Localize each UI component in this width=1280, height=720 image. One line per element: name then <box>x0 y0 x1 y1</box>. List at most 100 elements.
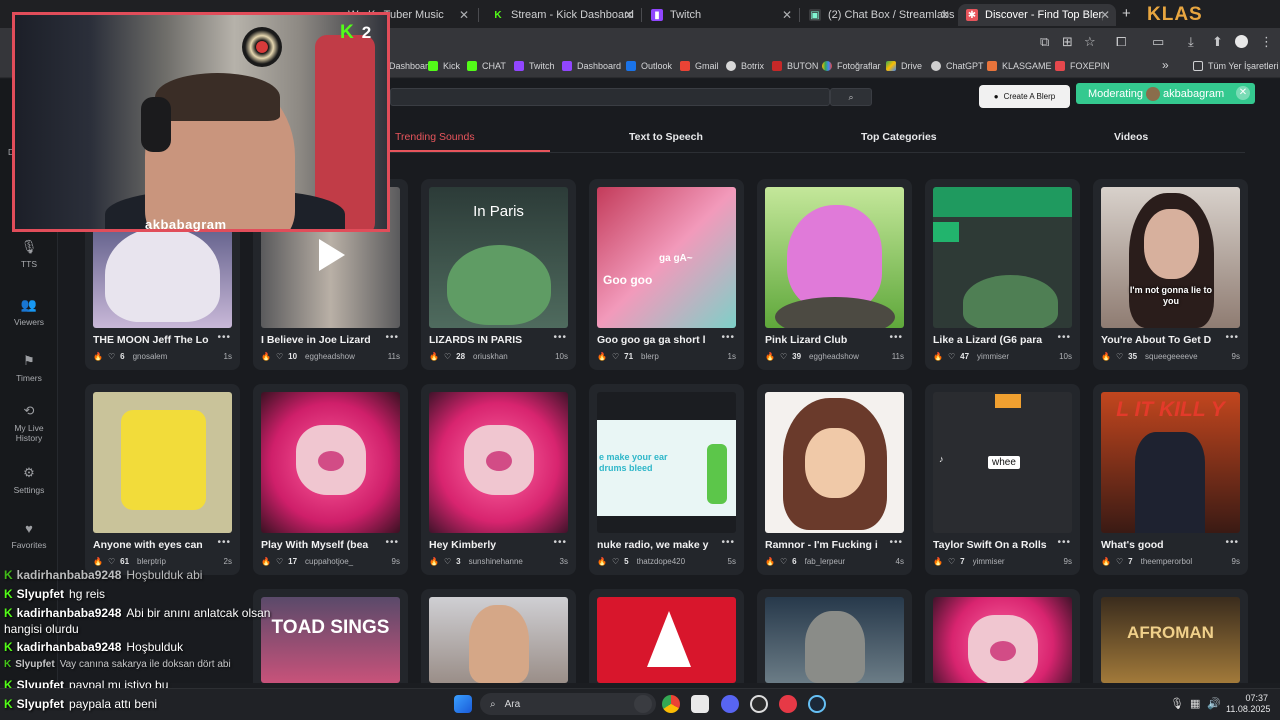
opera-icon[interactable] <box>779 695 797 713</box>
tab-text-to-speech[interactable]: Text to Speech <box>629 131 703 143</box>
bookmark-dashboard-2[interactable]: Dashboard <box>562 61 621 71</box>
sound-card[interactable]: In Paris LIZARDS IN PARIS ••• 🔥 ♡ 28 oriusk… <box>421 179 576 370</box>
bookmark-botrix[interactable]: Botrix <box>726 61 764 71</box>
download-icon[interactable]: ⤓ <box>1188 34 1194 50</box>
close-icon[interactable]: ✕ <box>459 8 469 22</box>
bookmark-kick[interactable]: Kick <box>428 61 460 71</box>
sound-card[interactable]: ga gA~ Goo goo Goo goo ga ga short l •••… <box>589 179 744 370</box>
sound-card[interactable] <box>589 589 744 683</box>
heart-icon[interactable]: ♡ <box>1116 352 1123 361</box>
more-options-icon[interactable]: ••• <box>385 537 399 548</box>
close-icon[interactable]: ✕ <box>940 8 950 22</box>
sidepanel-icon[interactable]: ▭ <box>1152 34 1164 50</box>
sound-card[interactable]: Hey Kimberly ••• 🔥 ♡ 3 sunshinehanne 3s <box>421 384 576 575</box>
bookmark-chatgpt[interactable]: ChatGPT <box>931 61 984 71</box>
account-icon[interactable] <box>1235 35 1248 48</box>
heart-icon[interactable]: ♡ <box>1116 557 1123 566</box>
taskview-icon[interactable] <box>634 695 652 713</box>
chrome-icon[interactable] <box>662 695 680 713</box>
microphone-icon[interactable]: 🎙 <box>1170 697 1184 710</box>
sound-card[interactable]: TOAD SINGS <box>253 589 408 683</box>
windows-start-icon[interactable] <box>454 695 472 713</box>
tab-trending-sounds[interactable]: Trending Sounds <box>395 131 475 143</box>
translate-icon[interactable]: ⊞ <box>1062 34 1073 50</box>
sound-card[interactable]: whee ♪ Taylor Swift On a Rolls ••• 🔥 ♡ 7 yi… <box>925 384 1080 575</box>
close-icon[interactable]: ✕ <box>624 8 634 22</box>
search-input[interactable] <box>390 88 830 106</box>
more-options-icon[interactable]: ••• <box>553 537 567 548</box>
bookmark-foxepin[interactable]: FOXEPIN <box>1055 61 1110 71</box>
sound-card[interactable]: I'm not gonna lie to you You're About To… <box>1093 179 1248 370</box>
more-options-icon[interactable]: ••• <box>889 537 903 548</box>
sound-card[interactable]: Play With Myself (bea ••• 🔥 ♡ 17 cuppahotjo… <box>253 384 408 575</box>
close-icon[interactable]: ✕ <box>1100 8 1110 22</box>
extensions-icon[interactable]: ⧠ <box>1116 34 1126 50</box>
create-blerp-button[interactable]: ● Create A Blerp <box>979 85 1070 108</box>
bookmark-dashboard[interactable]: Dashboard <box>389 61 433 71</box>
sound-card[interactable]: AFROMAN <box>1093 589 1248 683</box>
bookmark-chat[interactable]: CHAT <box>467 61 506 71</box>
bookmarks-overflow[interactable]: » <box>1162 58 1169 72</box>
bookmark-twitch[interactable]: Twitch <box>514 61 555 71</box>
obs-icon[interactable] <box>750 695 768 713</box>
volume-icon[interactable]: 🔊 <box>1207 697 1221 710</box>
discord-icon[interactable] <box>721 695 739 713</box>
sidebar-item-timers[interactable]: ⚑ Timers <box>0 353 58 383</box>
more-options-icon[interactable]: ••• <box>385 332 399 343</box>
sound-card[interactable]: e make your ear drums bleed nuke radio, … <box>589 384 744 575</box>
steam-icon[interactable] <box>808 695 826 713</box>
more-options-icon[interactable]: ••• <box>721 332 735 343</box>
bookmark-fotograflar[interactable]: Fotoğraflar <box>822 61 881 71</box>
heart-icon[interactable]: ♡ <box>948 352 955 361</box>
bookmark-gmail[interactable]: Gmail <box>680 61 719 71</box>
more-options-icon[interactable]: ••• <box>1057 537 1071 548</box>
heart-icon[interactable]: ♡ <box>444 557 451 566</box>
tab-kick-dashboard[interactable]: K Stream - Kick Dashboard ✕ <box>484 4 640 26</box>
more-options-icon[interactable]: ••• <box>217 332 231 343</box>
bookmark-buton[interactable]: BUTON <box>772 61 818 71</box>
install-icon[interactable]: ⧉ <box>1040 34 1049 50</box>
heart-icon[interactable]: ♡ <box>276 352 283 361</box>
sound-card[interactable]: Anyone with eyes can ••• 🔥 ♡ 61 blerptrip 2s <box>85 384 240 575</box>
sound-card[interactable] <box>757 589 912 683</box>
sound-card[interactable]: Pink Lizard Club ••• 🔥 ♡ 39 eggheadshow 11s <box>757 179 912 370</box>
heart-icon[interactable]: ♡ <box>780 557 787 566</box>
heart-icon[interactable]: ♡ <box>108 557 115 566</box>
search-button[interactable]: ⌕ <box>830 88 872 106</box>
more-options-icon[interactable]: ••• <box>217 537 231 548</box>
more-options-icon[interactable]: ••• <box>553 332 567 343</box>
sidebar-item-tts[interactable]: 🎙 TTS <box>0 239 58 269</box>
bookmark-klasgame[interactable]: KLASGAME <box>987 61 1052 71</box>
close-icon[interactable]: ✕ <box>1236 86 1250 100</box>
tab-blerp-discover[interactable]: ✱ Discover - Find Top Blerps, Stre ✕ <box>958 4 1116 26</box>
sound-card[interactable]: Like a Lizard (G6 para ••• 🔥 ♡ 47 yimmiser 1… <box>925 179 1080 370</box>
app-icon[interactable] <box>691 695 709 713</box>
new-tab-button[interactable]: + <box>1122 5 1131 22</box>
bookmark-outlook[interactable]: Outlook <box>626 61 672 71</box>
heart-icon[interactable]: ♡ <box>612 557 619 566</box>
play-icon[interactable] <box>319 239 345 271</box>
sidebar-item-viewers[interactable]: 👥 Viewers <box>0 297 58 327</box>
heart-icon[interactable]: ♡ <box>780 352 787 361</box>
sound-card[interactable] <box>421 589 576 683</box>
more-options-icon[interactable]: ••• <box>1057 332 1071 343</box>
star-icon[interactable]: ☆ <box>1084 34 1096 50</box>
menu-icon[interactable]: ⋮ <box>1260 34 1273 50</box>
heart-icon[interactable]: ♡ <box>948 557 955 566</box>
bookmark-drive[interactable]: Drive <box>886 61 922 71</box>
sound-card[interactable]: Ramnor - I'm Fucking i ••• 🔥 ♡ 6 fab_lerpeu… <box>757 384 912 575</box>
more-options-icon[interactable]: ••• <box>889 332 903 343</box>
heart-icon[interactable]: ♡ <box>108 352 115 361</box>
close-icon[interactable]: ✕ <box>782 8 792 22</box>
network-icon[interactable]: ▦ <box>1190 697 1200 710</box>
share-icon[interactable]: ⬆ <box>1212 34 1223 50</box>
all-bookmarks[interactable]: Tüm Yer İşaretleri <box>1193 61 1279 71</box>
more-options-icon[interactable]: ••• <box>721 537 735 548</box>
sidebar-item-settings[interactable]: ⚙ Settings <box>0 465 58 495</box>
more-options-icon[interactable]: ••• <box>1225 332 1239 343</box>
more-options-icon[interactable]: ••• <box>1225 537 1239 548</box>
sound-card[interactable] <box>925 589 1080 683</box>
sidebar-item-history[interactable]: ⟲ My Live History <box>0 403 58 443</box>
heart-icon[interactable]: ♡ <box>612 352 619 361</box>
taskbar-clock[interactable]: 07:37 11.08.2025 <box>1226 693 1270 715</box>
